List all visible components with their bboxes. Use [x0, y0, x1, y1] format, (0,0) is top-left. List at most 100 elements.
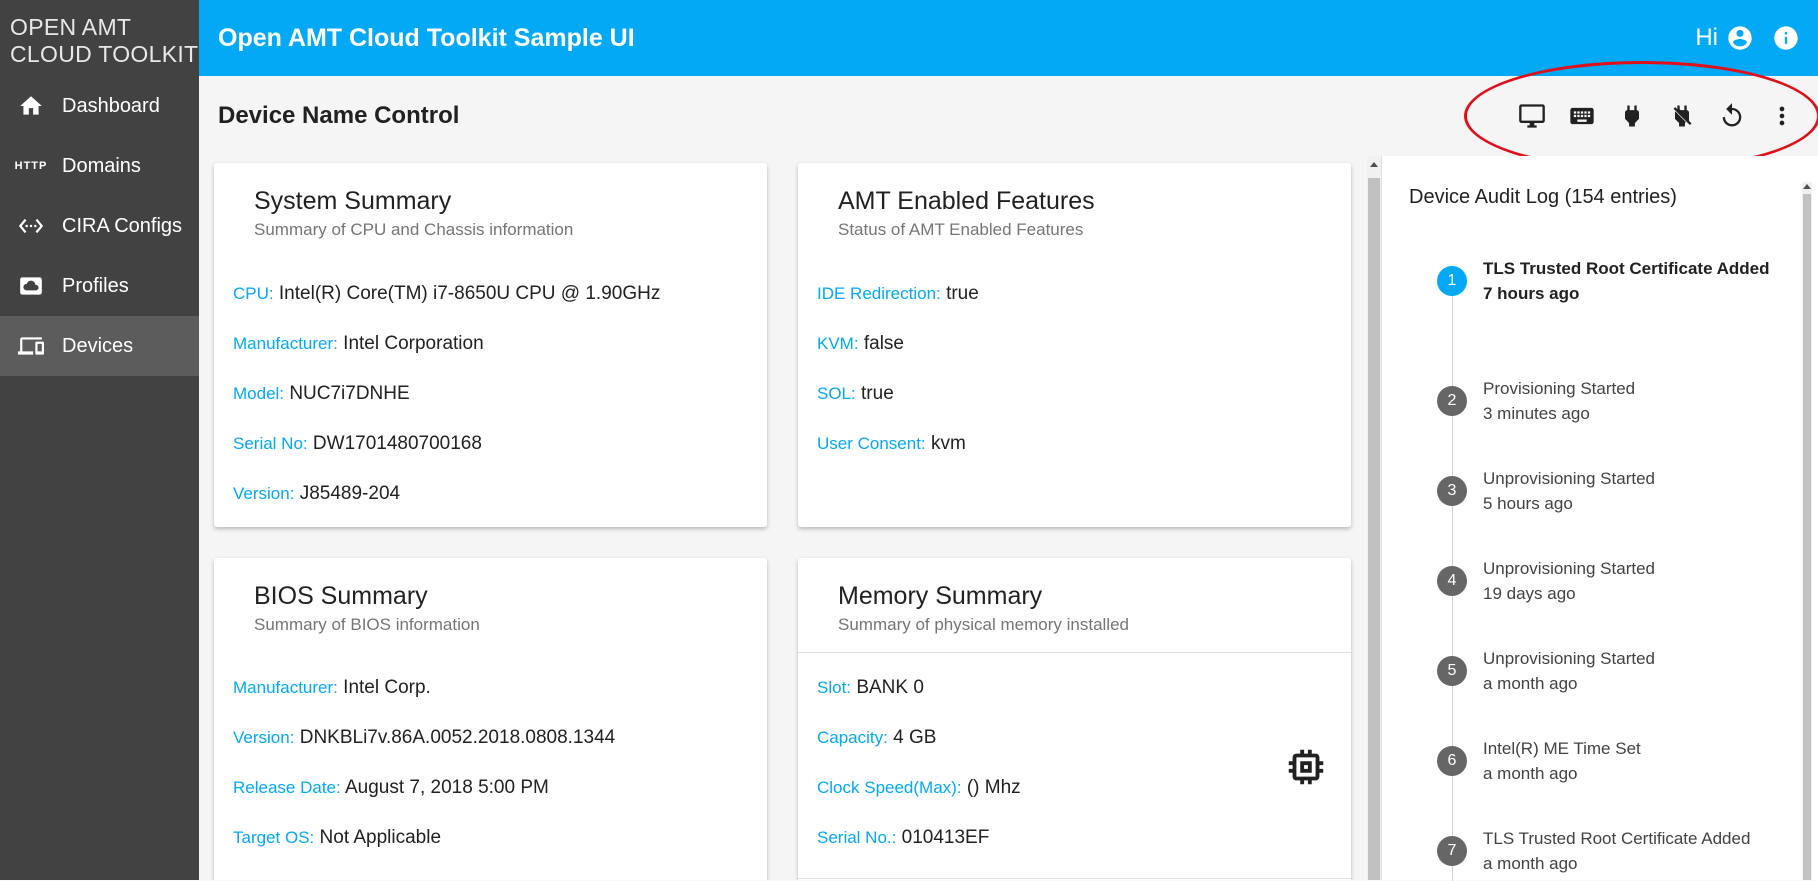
field-label: Manufacturer: — [233, 334, 338, 353]
card-title: AMT Enabled Features — [838, 187, 1095, 215]
http-icon: HTTP — [14, 160, 48, 172]
ide-redirection-field: IDE Redirection: true — [817, 283, 979, 305]
card-subtitle: Summary of BIOS information — [254, 615, 480, 634]
scroll-up-arrow-icon[interactable] — [1370, 162, 1378, 167]
audit-time: a month ago — [1483, 674, 1578, 693]
field-value: kvm — [930, 433, 966, 454]
app-title: Open AMT Cloud Toolkit Sample UI — [218, 23, 635, 52]
devices-icon — [17, 332, 45, 360]
field-label: Version: — [233, 728, 295, 747]
device-header: Device Name Control — [199, 76, 1818, 156]
sidebar-item-cira-configs[interactable]: CIRA Configs — [0, 196, 199, 256]
audit-entry-text: Unprovisioning Started 5 hours ago — [1483, 466, 1655, 516]
slot-field: Slot: BANK 0 — [817, 677, 924, 699]
field-label: Manufacturer: — [233, 678, 338, 697]
home-icon — [17, 92, 45, 120]
brand-line-1: OPEN AMT — [10, 14, 132, 40]
account-circle-icon[interactable] — [1726, 24, 1754, 52]
sidebar-item-label: Profiles — [62, 274, 129, 297]
brand-logo: OPEN AMT CLOUD TOOLKIT — [0, 0, 199, 76]
field-label: Clock Speed(Max): — [817, 778, 962, 797]
audit-log-scrollbar[interactable] — [1802, 182, 1812, 880]
power-plug-icon[interactable] — [1618, 102, 1646, 130]
audit-entry[interactable]: 6 Intel(R) ME Time Set a month ago — [1437, 736, 1777, 786]
bios-summary-card: BIOS Summary Summary of BIOS information… — [214, 558, 767, 880]
sidebar-item-profiles[interactable]: Profiles — [0, 256, 199, 316]
field-value: Intel(R) Core(TM) i7-8650U CPU @ 1.90GHz — [278, 283, 661, 304]
card-title: Memory Summary — [838, 582, 1043, 610]
field-label: Serial No: — [233, 434, 308, 453]
sidebar-item-dashboard[interactable]: Dashboard — [0, 76, 199, 136]
capacity-field: Capacity: 4 GB — [817, 727, 936, 749]
field-label: Capacity: — [817, 728, 888, 747]
card-divider — [798, 878, 1351, 879]
audit-entry[interactable]: 2 Provisioning Started 3 minutes ago — [1437, 376, 1777, 426]
card-subtitle: Summary of CPU and Chassis information — [254, 220, 574, 239]
step-badge: 2 — [1437, 386, 1467, 416]
keyboard-icon[interactable] — [1568, 102, 1596, 130]
field-label: Slot: — [817, 678, 852, 697]
card-divider — [798, 652, 1351, 653]
scrollbar-thumb[interactable] — [1803, 194, 1811, 880]
manufacturer-field: Manufacturer: Intel Corporation — [233, 333, 484, 355]
audit-entry[interactable]: 7 TLS Trusted Root Certificate Added a mo… — [1437, 826, 1777, 876]
audit-log-title: Device Audit Log (154 entries) — [1409, 186, 1677, 208]
audit-event: Provisioning Started — [1483, 379, 1636, 398]
device-actions-toolbar — [1496, 102, 1796, 130]
sol-field: SOL: true — [817, 383, 894, 405]
field-value: DW1701480700168 — [312, 433, 482, 454]
field-label: Serial No.: — [817, 828, 897, 847]
field-value: August 7, 2018 5:00 PM — [344, 777, 549, 798]
field-value: 4 GB — [893, 727, 937, 748]
field-value: BANK 0 — [856, 677, 924, 698]
audit-entry-text: Unprovisioning Started 19 days ago — [1483, 556, 1655, 606]
model-field: Model: NUC7i7DNHE — [233, 383, 410, 405]
cloud-circle-icon — [17, 272, 45, 300]
restart-icon[interactable] — [1718, 102, 1746, 130]
step-badge: 3 — [1437, 476, 1467, 506]
audit-time: a month ago — [1483, 764, 1578, 783]
sidebar-item-devices[interactable]: Devices — [0, 316, 199, 376]
audit-time: 5 hours ago — [1483, 494, 1573, 513]
audit-entry[interactable]: 4 Unprovisioning Started 19 days ago — [1437, 556, 1777, 606]
audit-entry-text: TLS Trusted Root Certificate Added 7 hour… — [1483, 256, 1770, 306]
bios-version-field: Version: DNKBLi7v.86A.0052.2018.0808.134… — [233, 727, 615, 749]
scroll-up-arrow-icon[interactable] — [1803, 184, 1811, 189]
clock-speed-field: Clock Speed(Max): () Mhz — [817, 777, 1021, 799]
sidebar-item-domains[interactable]: HTTP Domains — [0, 136, 199, 196]
bios-manufacturer-field: Manufacturer: Intel Corp. — [233, 677, 431, 699]
field-value: NUC7i7DNHE — [289, 383, 410, 404]
card-title: System Summary — [254, 187, 452, 215]
field-value: Intel Corporation — [343, 333, 484, 354]
more-vert-icon[interactable] — [1768, 102, 1796, 130]
release-date-field: Release Date: August 7, 2018 5:00 PM — [233, 777, 549, 799]
info-icon[interactable] — [1772, 24, 1800, 52]
page-title: Device Name Control — [218, 102, 460, 129]
field-value: J85489-204 — [299, 483, 401, 504]
device-details-panel: System Summary Summary of CPU and Chassi… — [199, 156, 1367, 880]
step-badge: 4 — [1437, 566, 1467, 596]
memory-chip-icon — [1283, 744, 1329, 790]
audit-entry[interactable]: 5 Unprovisioning Started a month ago — [1437, 646, 1777, 696]
power-plug-off-icon[interactable] — [1668, 102, 1696, 130]
sidebar-item-label: CIRA Configs — [62, 214, 183, 237]
scrollbar-thumb[interactable] — [1368, 178, 1380, 880]
audit-entry-text: Intel(R) ME Time Set a month ago — [1483, 736, 1641, 786]
field-label: Release Date: — [233, 778, 341, 797]
desktop-icon[interactable] — [1518, 102, 1546, 130]
audit-time: 7 hours ago — [1483, 284, 1580, 303]
field-label: Model: — [233, 384, 285, 403]
audit-entry[interactable]: 1 TLS Trusted Root Certificate Added 7 ho… — [1437, 256, 1777, 306]
field-label: SOL: — [817, 384, 856, 403]
audit-entry[interactable]: 3 Unprovisioning Started 5 hours ago — [1437, 466, 1777, 516]
field-label: KVM: — [817, 334, 859, 353]
system-summary-card: System Summary Summary of CPU and Chassi… — [214, 163, 767, 527]
audit-time: 19 days ago — [1483, 584, 1576, 603]
field-value: () Mhz — [966, 777, 1021, 798]
audit-event: Unprovisioning Started — [1483, 559, 1655, 578]
content-scrollbar[interactable] — [1367, 156, 1381, 880]
amt-features-card: AMT Enabled Features Status of AMT Enabl… — [798, 163, 1351, 527]
field-label: CPU: — [233, 284, 274, 303]
field-value: Intel Corp. — [343, 677, 431, 698]
cpu-field: CPU: Intel(R) Core(TM) i7-8650U CPU @ 1.… — [233, 283, 660, 305]
